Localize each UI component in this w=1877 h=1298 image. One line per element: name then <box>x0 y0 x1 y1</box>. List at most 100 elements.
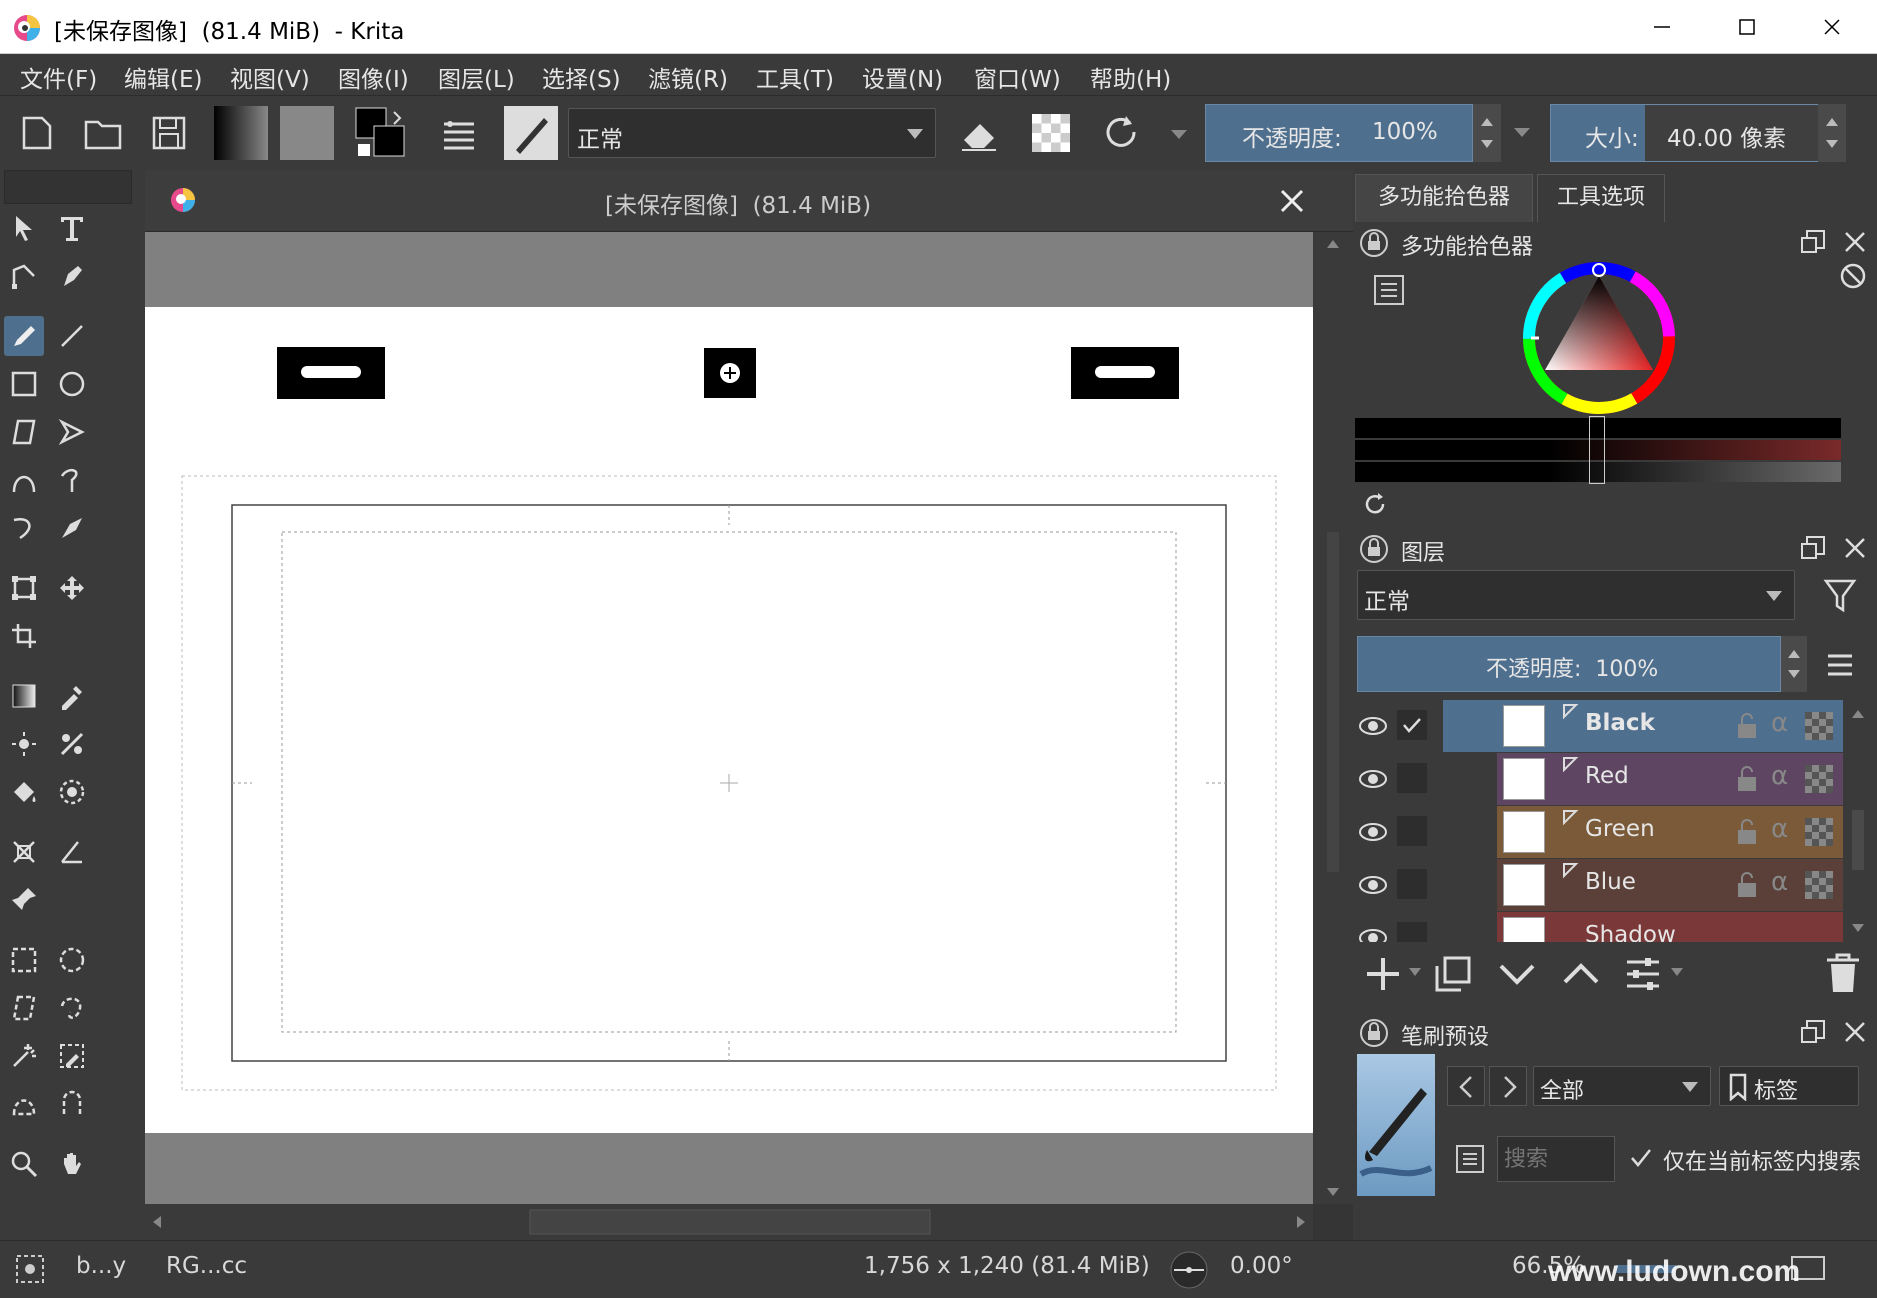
vertical-scrollbar[interactable] <box>1313 232 1353 1204</box>
rectangle-tool-icon[interactable] <box>4 364 44 404</box>
new-document-icon[interactable] <box>14 110 60 156</box>
chevron-down-icon[interactable] <box>1669 966 1685 978</box>
next-preset-button[interactable] <box>1489 1066 1527 1106</box>
layer-opacity-slider[interactable]: 不透明度: 100% <box>1357 636 1781 692</box>
lock-layer-icon[interactable] <box>1735 871 1759 899</box>
layer-checkbox[interactable] <box>1397 710 1427 740</box>
close-panel-icon[interactable] <box>1843 230 1867 254</box>
alpha-inherit-icon[interactable]: α <box>1771 708 1788 738</box>
assistant-tool-icon[interactable] <box>4 832 44 872</box>
move-layer-down-icon[interactable] <box>1497 954 1537 994</box>
tab-tool-options[interactable]: 工具选项 <box>1537 174 1665 222</box>
dynamic-brush-tool-icon[interactable] <box>4 508 44 548</box>
menu-window[interactable]: 窗口(W) <box>974 60 1061 94</box>
layer-checkbox[interactable] <box>1397 816 1427 846</box>
menu-icon[interactable] <box>1825 650 1855 680</box>
canvas-viewport[interactable] <box>145 232 1313 1204</box>
menu-filter[interactable]: 滤镜(R) <box>648 60 728 94</box>
line-tool-icon[interactable] <box>52 316 92 356</box>
menu-image[interactable]: 图像(I) <box>338 60 409 94</box>
polygon-tool-icon[interactable] <box>4 412 44 452</box>
crop-tool-icon[interactable] <box>4 616 44 656</box>
color-picker-tool-icon[interactable] <box>52 676 92 716</box>
visibility-eye-icon[interactable] <box>1357 869 1389 901</box>
multibrush-tool-icon[interactable] <box>52 508 92 548</box>
close-document-icon[interactable] <box>1279 188 1305 214</box>
menu-view[interactable]: 视图(V) <box>230 60 310 94</box>
layer-properties-icon[interactable] <box>1623 954 1663 994</box>
similar-color-selection-tool-icon[interactable] <box>52 1036 92 1076</box>
document-tab[interactable]: [未保存图像] (81.4 MiB) <box>145 170 1353 232</box>
bezier-selection-tool-icon[interactable] <box>4 1084 44 1124</box>
polygonal-selection-tool-icon[interactable] <box>4 988 44 1028</box>
save-icon[interactable] <box>146 110 192 156</box>
slider-handle[interactable] <box>1589 416 1605 484</box>
duplicate-layer-icon[interactable] <box>1433 954 1473 994</box>
layer-checkbox[interactable] <box>1397 869 1427 899</box>
alpha-lock-icon[interactable] <box>1805 871 1833 899</box>
measure-tool-icon[interactable] <box>52 832 92 872</box>
edit-shapes-tool-icon[interactable] <box>4 256 44 296</box>
menu-file[interactable]: 文件(F) <box>20 60 97 94</box>
elliptical-selection-tool-icon[interactable] <box>52 940 92 980</box>
brush-preset-icon[interactable] <box>504 106 558 160</box>
search-in-tag-checkbox[interactable] <box>1629 1146 1653 1170</box>
alpha-lock-icon[interactable] <box>1805 765 1833 793</box>
horizontal-scrollbar[interactable] <box>145 1204 1313 1240</box>
zoom-tool-icon[interactable] <box>4 1144 44 1184</box>
lock-layer-icon[interactable] <box>1735 818 1759 846</box>
chevron-down-icon[interactable] <box>1168 110 1190 156</box>
alpha-inherit-icon[interactable]: α <box>1771 761 1788 791</box>
size-stepper[interactable] <box>1818 104 1846 162</box>
layer-row-blue[interactable]: Blue α <box>1353 859 1843 911</box>
visibility-eye-icon[interactable] <box>1357 763 1389 795</box>
menu-settings[interactable]: 设置(N) <box>862 60 943 94</box>
layer-list-scrollbar[interactable] <box>1843 700 1873 942</box>
blend-mode-dropdown[interactable]: 正常 <box>568 108 936 158</box>
enclose-fill-tool-icon[interactable] <box>52 772 92 812</box>
layer-opacity-stepper[interactable] <box>1781 636 1807 692</box>
opacity-stepper[interactable] <box>1473 104 1501 162</box>
visibility-eye-icon[interactable] <box>1357 710 1389 742</box>
foreground-background-color-icon[interactable] <box>354 106 408 160</box>
lock-layer-icon[interactable] <box>1735 765 1759 793</box>
rotation-dial-icon[interactable] <box>1168 1249 1210 1291</box>
menu-layer[interactable]: 图层(L) <box>438 60 515 94</box>
lock-icon[interactable] <box>1359 1018 1389 1048</box>
filter-icon[interactable] <box>1823 578 1859 614</box>
layer-row-green[interactable]: Green α <box>1353 806 1843 858</box>
layer-blend-mode-dropdown[interactable]: 正常 <box>1357 570 1795 620</box>
close-panel-icon[interactable] <box>1843 1020 1867 1044</box>
minimize-button[interactable] <box>1620 0 1704 54</box>
color-wheel-triangle[interactable] <box>1519 258 1679 418</box>
select-shapes-tool-icon[interactable] <box>4 208 44 248</box>
chevron-down-icon[interactable] <box>1407 966 1423 978</box>
gradient-selector-icon[interactable] <box>214 106 268 160</box>
layer-row-red[interactable]: Red α <box>1353 753 1843 805</box>
float-panel-icon[interactable] <box>1799 228 1827 256</box>
colorize-mask-tool-icon[interactable] <box>52 724 92 764</box>
alpha-inherit-icon[interactable]: α <box>1771 867 1788 897</box>
search-options-icon[interactable] <box>1455 1144 1485 1174</box>
pan-hand-tool-icon[interactable] <box>52 1144 92 1184</box>
magnetic-selection-tool-icon[interactable] <box>52 1084 92 1124</box>
layer-row-black[interactable]: Black α <box>1353 700 1843 752</box>
eraser-icon[interactable] <box>956 110 1002 156</box>
rectangular-selection-tool-icon[interactable] <box>4 940 44 980</box>
move-layer-up-icon[interactable] <box>1561 954 1601 994</box>
close-window-button[interactable] <box>1790 0 1874 54</box>
reload-preset-icon[interactable] <box>1098 110 1144 156</box>
delete-layer-icon[interactable] <box>1823 952 1863 994</box>
size-slider[interactable]: 大小: 40.00 像素 <box>1550 104 1830 162</box>
calligraphy-tool-icon[interactable] <box>52 256 92 296</box>
preset-filter-dropdown[interactable]: 全部 <box>1533 1066 1711 1106</box>
lock-layer-icon[interactable] <box>1735 712 1759 740</box>
menu-select[interactable]: 选择(S) <box>542 60 621 94</box>
polyline-tool-icon[interactable] <box>52 412 92 452</box>
previous-preset-button[interactable] <box>1447 1066 1485 1106</box>
lock-icon[interactable] <box>1359 534 1389 564</box>
float-panel-icon[interactable] <box>1799 534 1827 562</box>
freehand-selection-tool-icon[interactable] <box>52 988 92 1028</box>
bezier-curve-tool-icon[interactable] <box>4 460 44 500</box>
menu-help[interactable]: 帮助(H) <box>1090 60 1171 94</box>
